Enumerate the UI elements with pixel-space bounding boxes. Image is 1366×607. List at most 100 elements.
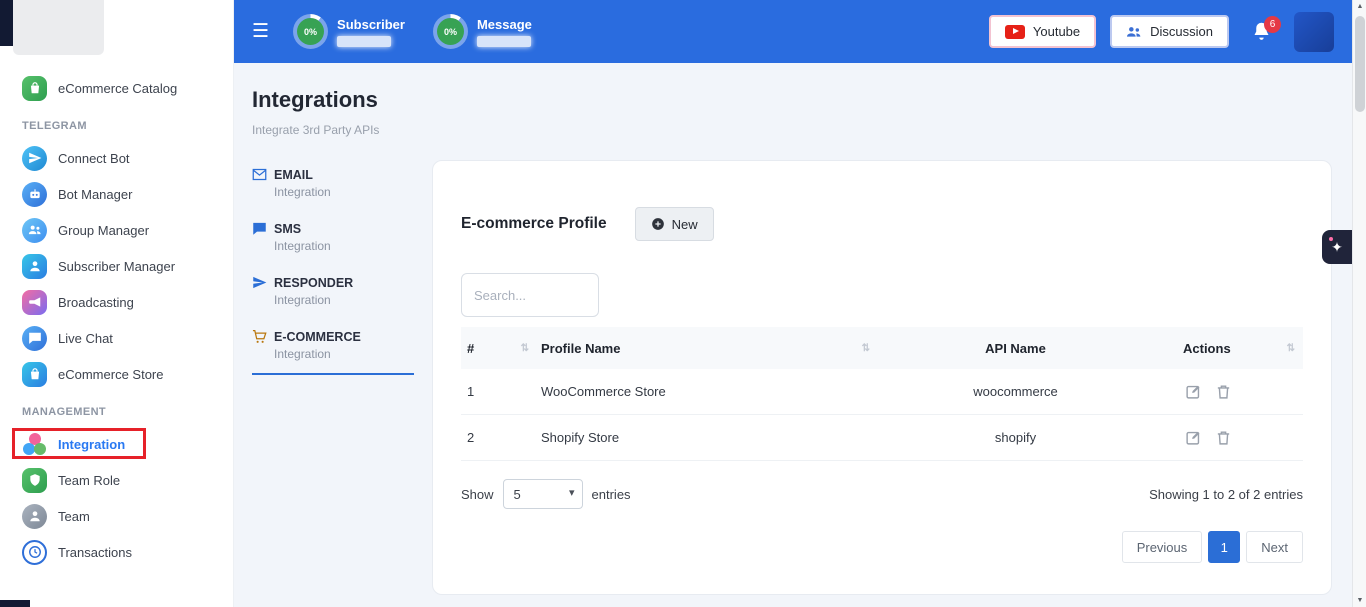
- team-person-icon: [22, 504, 47, 529]
- pagination: Previous 1 Next: [433, 531, 1303, 563]
- sidebar-item-label: Live Chat: [58, 331, 113, 346]
- subnav-item-subtitle: Integration: [274, 293, 414, 307]
- message-stat-label: Message: [477, 17, 532, 32]
- profiles-table: # ⇅ Profile Name ⇅ API Name Actions ⇅ 1 …: [461, 327, 1303, 461]
- showing-entries-text: Showing 1 to 2 of 2 entries: [1149, 487, 1303, 502]
- sidebar-section-telegram: TELEGRAM: [0, 106, 234, 140]
- paper-plane-icon: [252, 275, 267, 290]
- page-scrollbar[interactable]: ▲ ▼: [1352, 0, 1366, 607]
- row-number: 2: [461, 430, 541, 445]
- scroll-up-arrow-icon[interactable]: ▲: [1353, 3, 1366, 10]
- sidebar-nav: eCommerce Catalog TELEGRAM Connect Bot B…: [0, 70, 234, 570]
- column-header-actions: Actions: [1183, 341, 1231, 356]
- subscriber-progress-donut: 0%: [293, 14, 328, 49]
- hamburger-menu-icon[interactable]: ☰: [252, 20, 269, 43]
- sidebar-item-label: eCommerce Store: [58, 367, 163, 382]
- scroll-down-arrow-icon[interactable]: ▼: [1353, 597, 1366, 604]
- sidebar-item-subscriber-manager[interactable]: Subscriber Manager: [0, 248, 234, 284]
- integration-dots-icon: [22, 432, 47, 457]
- card-title: E-commerce Profile: [461, 215, 607, 233]
- topbar-right-cluster: Youtube Discussion 6: [989, 12, 1334, 52]
- sidebar-item-label: Team: [58, 509, 90, 524]
- plus-circle-icon: [651, 217, 665, 231]
- ai-assistant-button[interactable]: ✦: [1322, 230, 1352, 264]
- new-profile-button-label: New: [672, 217, 698, 232]
- shield-person-icon: [22, 468, 47, 493]
- subscriber-stat-label: Subscriber: [337, 17, 405, 32]
- user-avatar[interactable]: [1294, 12, 1334, 52]
- page-title: Integrations: [252, 87, 378, 113]
- subnav-item-subtitle: Integration: [274, 185, 414, 199]
- edit-button[interactable]: [1185, 429, 1202, 446]
- sort-icon[interactable]: ⇅: [521, 343, 529, 354]
- sidebar-item-bot-manager[interactable]: Bot Manager: [0, 176, 234, 212]
- sidebar-item-label: Transactions: [58, 545, 132, 560]
- trash-icon: [1215, 383, 1232, 400]
- discussion-button[interactable]: Discussion: [1110, 15, 1229, 48]
- notification-count-badge: 6: [1264, 16, 1281, 33]
- topbar: ☰ 0% Subscriber 0% Message Youtube Discu…: [234, 0, 1352, 63]
- sidebar-item-transactions[interactable]: Transactions: [0, 534, 234, 570]
- subnav-item-ecommerce[interactable]: E-COMMERCE Integration: [252, 329, 414, 375]
- page-subtitle: Integrate 3rd Party APIs: [252, 123, 379, 137]
- sidebar-corner-decoration-bottom: [0, 600, 30, 607]
- sort-icon[interactable]: ⇅: [1287, 343, 1295, 354]
- sidebar-item-team-role[interactable]: Team Role: [0, 462, 234, 498]
- next-page-button[interactable]: Next: [1246, 531, 1303, 563]
- sidebar-section-management: MANAGEMENT: [0, 392, 234, 426]
- subnav-item-subtitle: Integration: [274, 239, 414, 253]
- youtube-button[interactable]: Youtube: [989, 15, 1096, 48]
- api-name-cell: shopify: [898, 430, 1133, 445]
- search-input[interactable]: [461, 273, 599, 317]
- notifications-bell-icon[interactable]: 6: [1251, 21, 1272, 42]
- sidebar-item-label: Integration: [58, 437, 125, 452]
- app-logo[interactable]: [13, 0, 104, 55]
- column-header-number: #: [467, 341, 474, 356]
- table-footer: Show 5 ▾ entries Showing 1 to 2 of 2 ent…: [461, 479, 1303, 509]
- telegram-plane-icon: [22, 146, 47, 171]
- redacted-value-bar: [477, 36, 531, 47]
- subscriber-progress-value: 0%: [297, 18, 324, 45]
- sidebar-item-connect-bot[interactable]: Connect Bot: [0, 140, 234, 176]
- subnav-item-email[interactable]: EMAIL Integration: [252, 167, 414, 199]
- delete-button[interactable]: [1215, 383, 1232, 400]
- main-content: Integrations Integrate 3rd Party APIs EM…: [234, 63, 1352, 607]
- sidebar-item-ecommerce-catalog[interactable]: eCommerce Catalog: [0, 70, 234, 106]
- sidebar-item-team[interactable]: Team: [0, 498, 234, 534]
- sidebar-item-label: Group Manager: [58, 223, 149, 238]
- new-profile-button[interactable]: New: [635, 207, 714, 241]
- sort-icon[interactable]: ⇅: [862, 343, 870, 354]
- sms-chat-icon: [252, 221, 267, 236]
- table-row: 2 Shopify Store shopify: [461, 415, 1303, 461]
- subnav-item-responder[interactable]: RESPONDER Integration: [252, 275, 414, 307]
- sidebar-item-ecommerce-store[interactable]: eCommerce Store: [0, 356, 234, 392]
- edit-button[interactable]: [1185, 383, 1202, 400]
- current-page-button[interactable]: 1: [1208, 531, 1240, 563]
- scrollbar-thumb[interactable]: [1355, 16, 1365, 112]
- sidebar-item-integration[interactable]: Integration: [0, 426, 234, 462]
- entries-label: entries: [592, 487, 631, 502]
- sidebar-item-broadcasting[interactable]: Broadcasting: [0, 284, 234, 320]
- entries-per-page-select[interactable]: 5: [503, 479, 583, 509]
- subnav-item-title: E-COMMERCE: [274, 330, 361, 344]
- shopping-bag-icon: [22, 76, 47, 101]
- subnav-item-title: SMS: [274, 222, 301, 236]
- discussion-button-label: Discussion: [1150, 24, 1213, 39]
- ecommerce-profile-card: E-commerce Profile New # ⇅ Profile Name …: [432, 160, 1332, 595]
- sidebar-item-group-manager[interactable]: Group Manager: [0, 212, 234, 248]
- message-progress-value: 0%: [437, 18, 464, 45]
- delete-button[interactable]: [1215, 429, 1232, 446]
- sidebar-item-live-chat[interactable]: Live Chat: [0, 320, 234, 356]
- profile-name-cell: Shopify Store: [541, 430, 898, 445]
- discussion-people-icon: [1126, 24, 1142, 40]
- robot-icon: [22, 182, 47, 207]
- table-row: 1 WooCommerce Store woocommerce: [461, 369, 1303, 415]
- store-bag-icon: [22, 362, 47, 387]
- profile-name-cell: WooCommerce Store: [541, 384, 898, 399]
- integration-subnav: EMAIL Integration SMS Integration RESPON…: [252, 167, 414, 397]
- previous-page-button[interactable]: Previous: [1122, 531, 1203, 563]
- column-header-api-name: API Name: [985, 341, 1046, 356]
- subnav-item-sms[interactable]: SMS Integration: [252, 221, 414, 253]
- sidebar-item-label: Team Role: [58, 473, 120, 488]
- sidebar-item-label: Bot Manager: [58, 187, 132, 202]
